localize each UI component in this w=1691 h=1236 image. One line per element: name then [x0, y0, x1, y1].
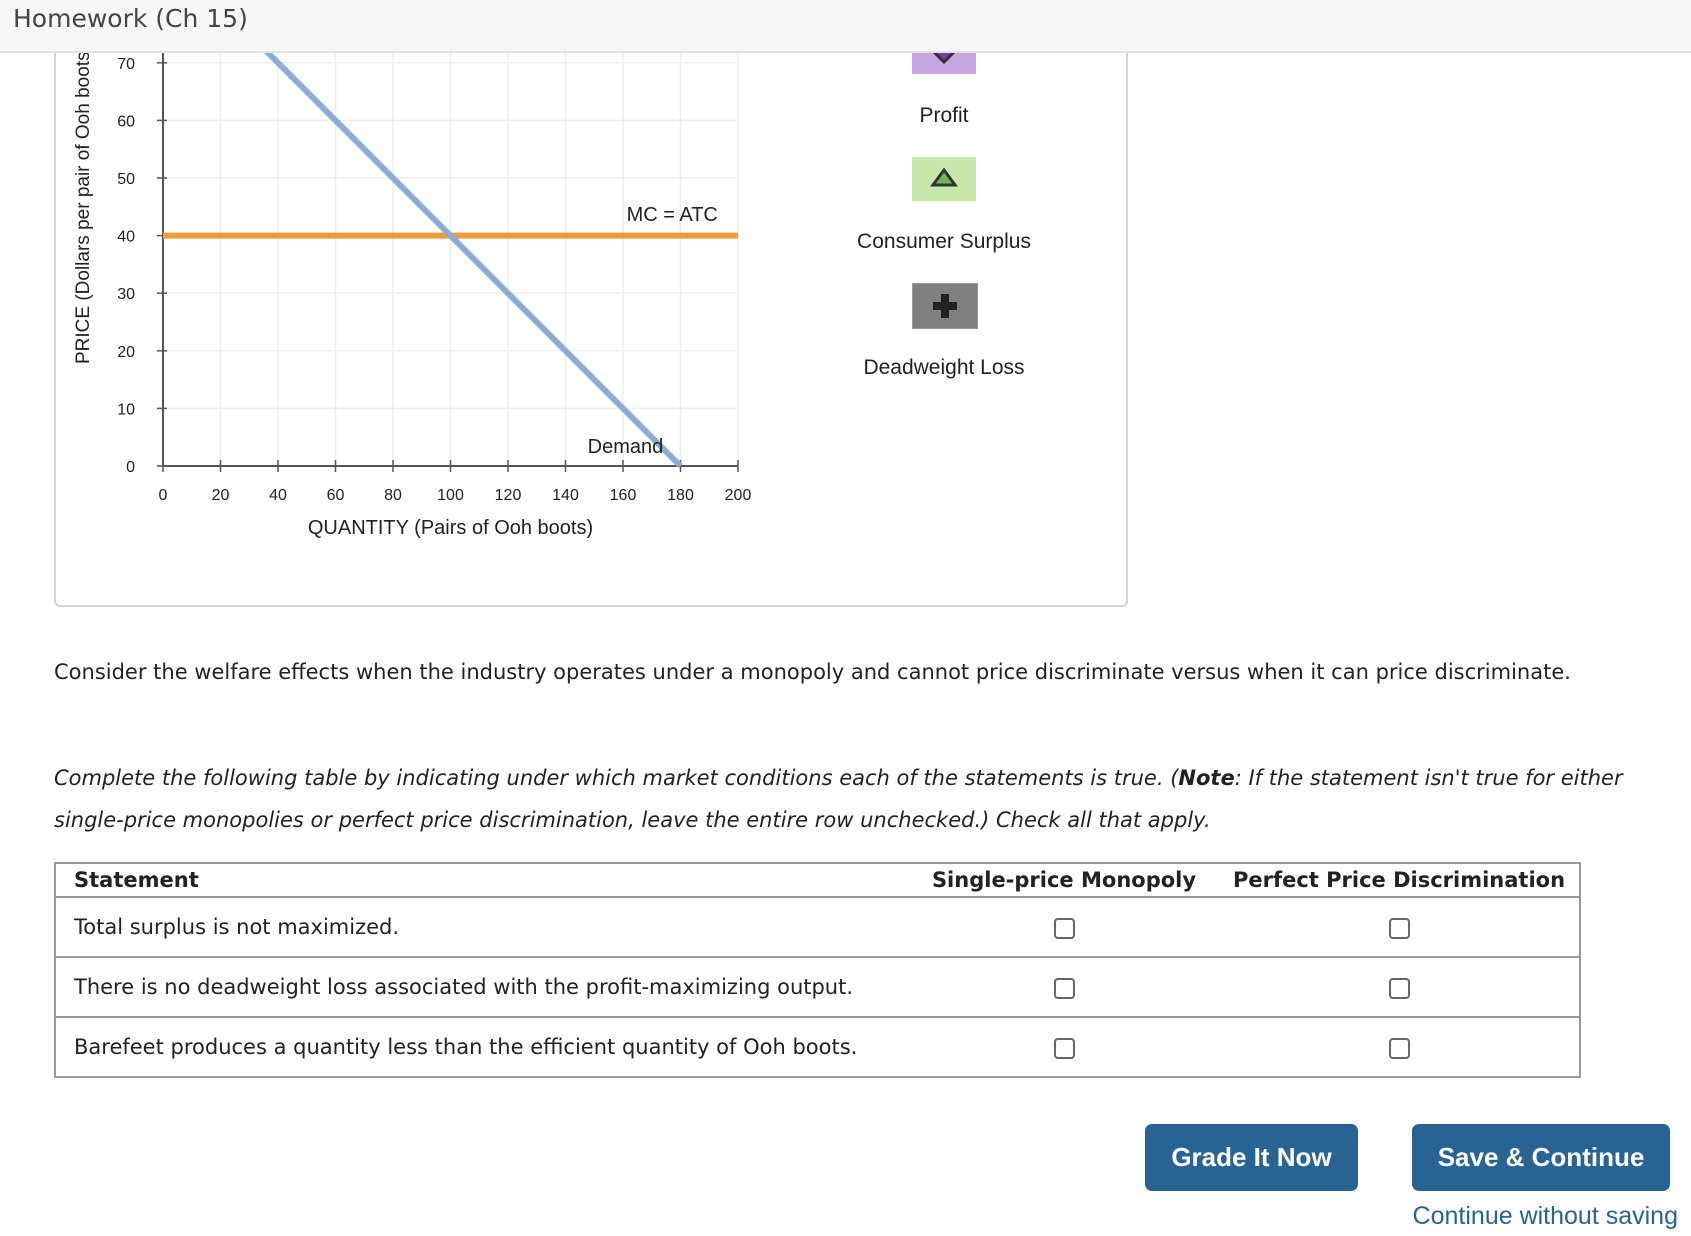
x-tick-label: 180	[667, 487, 694, 504]
x-axis-title: QUANTITY (Pairs of Ooh boots)	[308, 517, 593, 539]
table-row: Barefeet produces a quantity less than t…	[55, 1017, 1580, 1078]
consumer-surplus-swatch[interactable]	[912, 157, 976, 201]
y-tick-label: 50	[117, 171, 135, 188]
deadweight-loss-swatch[interactable]	[912, 283, 978, 329]
page-title: Homework (Ch 15)	[13, 4, 248, 33]
x-tick-label: 40	[269, 487, 287, 504]
x-tick-label: 60	[327, 487, 345, 504]
continue-without-saving-link[interactable]: Continue without saving	[1413, 1202, 1678, 1231]
header: Homework (Ch 15)	[0, 0, 1691, 53]
perfect-price-checkbox[interactable]	[1388, 977, 1410, 999]
x-tick-label: 200	[725, 487, 752, 504]
statement-text: There is no deadweight loss associated w…	[55, 957, 909, 1018]
single-price-checkbox[interactable]	[1053, 1037, 1075, 1059]
y-tick-label: 40	[117, 229, 135, 246]
table-row: There is no deadweight loss associated w…	[55, 957, 1580, 1018]
triangle-icon	[930, 167, 958, 187]
header-perfect-price: Perfect Price Discrimination	[1219, 863, 1580, 898]
question-prompt: Consider the welfare effects when the in…	[54, 660, 1571, 684]
x-tick-label: 120	[495, 487, 522, 504]
single-price-checkbox[interactable]	[1053, 977, 1075, 999]
x-tick-label: 160	[610, 487, 637, 504]
legend-label-deadweight-loss: Deadweight Loss	[863, 356, 1025, 379]
legend-label-consumer-surplus: Consumer Surplus	[857, 230, 1031, 253]
statement-text: Total surplus is not maximized.	[55, 897, 909, 958]
save-continue-button[interactable]: Save & Continue	[1412, 1124, 1670, 1191]
demand-label: Demand	[588, 436, 664, 458]
plus-icon	[933, 294, 957, 318]
statement-text: Barefeet produces a quantity less than t…	[55, 1017, 909, 1078]
header-statement: Statement	[55, 863, 909, 898]
chart: 0 20 40 60 80 100 120 140 160 180 200 0 10 20 30 40 50 60…	[73, 0, 752, 539]
y-tick-label: 70	[117, 56, 135, 73]
y-tick-label: 10	[117, 401, 135, 418]
mc-atc-label: MC = ATC	[627, 204, 718, 226]
table-header-row: Statement Single-price Monopoly Perfect …	[55, 863, 1580, 898]
y-axis-title: PRICE (Dollars per pair of Ooh boots)	[73, 45, 94, 364]
y-tick-label: 20	[117, 344, 135, 361]
perfect-price-checkbox[interactable]	[1388, 1037, 1410, 1059]
instructions-note: Note	[1178, 766, 1235, 790]
y-tick-label: 0	[126, 459, 135, 476]
grade-it-now-button[interactable]: Grade It Now	[1145, 1124, 1358, 1191]
y-tick-label: 60	[117, 113, 135, 130]
legend-label-profit: Profit	[919, 104, 969, 127]
instructions: Complete the following table by indicati…	[54, 757, 1684, 841]
y-tick-label: 30	[117, 286, 135, 303]
x-tick-label: 20	[212, 487, 230, 504]
perfect-price-checkbox[interactable]	[1388, 917, 1410, 939]
table-row: Total surplus is not maximized.	[55, 897, 1580, 958]
instructions-text: Complete the following table by indicati…	[54, 766, 1179, 790]
statement-table: Statement Single-price Monopoly Perfect …	[54, 862, 1581, 1078]
x-tick-label: 0	[159, 487, 168, 504]
header-single-price: Single-price Monopoly	[909, 863, 1219, 898]
x-tick-label: 100	[437, 487, 464, 504]
single-price-checkbox[interactable]	[1053, 917, 1075, 939]
x-tick-label: 140	[552, 487, 579, 504]
x-tick-label: 80	[384, 487, 402, 504]
